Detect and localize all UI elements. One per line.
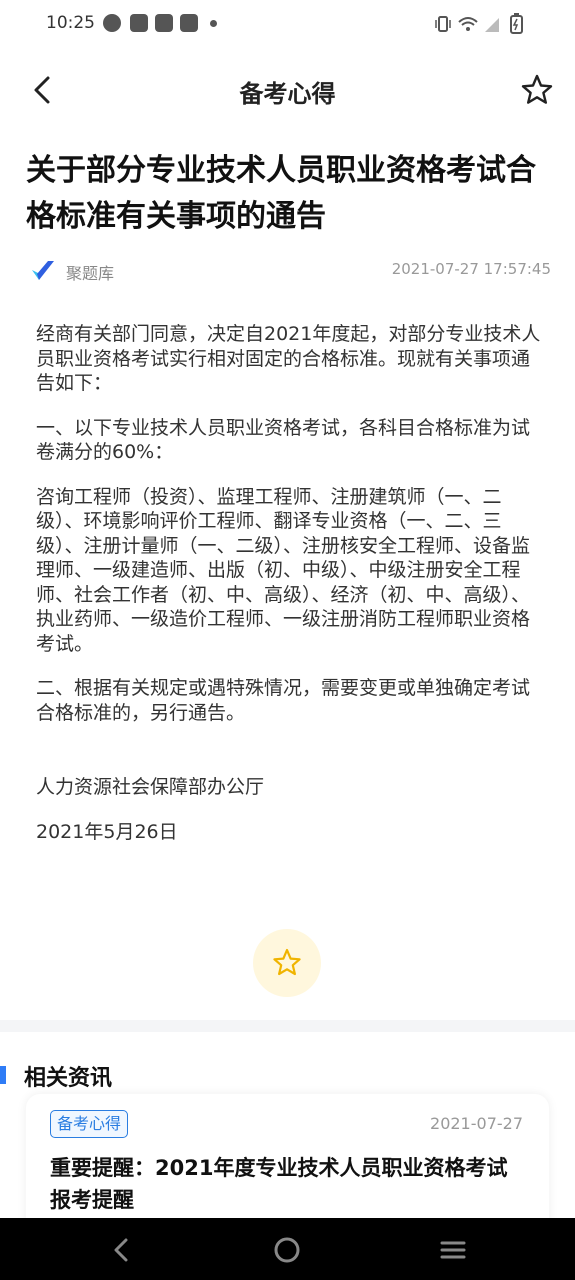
nav-back-button[interactable] (106, 1234, 138, 1266)
article-meta: 聚题库 2021-07-27 17:57:45 (26, 256, 551, 286)
article-body: 经商有关部门同意，决定自2021年度起，对部分专业技术人员职业资格考试实行相对固… (36, 322, 541, 864)
article-paragraph: 一、以下专业技术人员职业资格考试，各科目合格标准为试卷满分的60%： (36, 416, 531, 464)
nav-home-button[interactable] (271, 1234, 303, 1266)
collect-button[interactable] (253, 929, 321, 997)
card-date: 2021-07-27 (430, 1114, 523, 1133)
star-icon (521, 74, 553, 104)
section-accent-bar (0, 1066, 6, 1084)
publish-date: 2021-07-27 17:57:45 (391, 260, 551, 278)
source-name: 聚题库 (66, 264, 115, 283)
nav-recents-button[interactable] (437, 1234, 469, 1266)
article-signature: 人力资源社会保障部办公厅 (36, 776, 265, 798)
article-paragraph: 二、根据有关规定或遇特殊情况，需要变更或单独确定考试合格标准的，另行通告。 (36, 677, 531, 724)
related-article-card[interactable]: 备考心得 2021-07-27 重要提醒：2021年度专业技术人员职业资格考试报… (26, 1094, 549, 1234)
article-paragraph: 咨询工程师（投资）、监理工程师、注册建筑师（一、二级）、环境影响评价工程师、翻译… (36, 485, 531, 655)
article-paragraph: 经商有关部门同意，决定自2021年度起，对部分专业技术人员职业资格考试实行相对固… (36, 323, 541, 394)
nav-home-icon (274, 1237, 300, 1263)
nav-back-icon (114, 1238, 128, 1262)
system-navigation-bar (0, 1218, 575, 1280)
category-tag: 备考心得 (50, 1110, 129, 1138)
article-sign-date: 2021年5月26日 (36, 820, 178, 843)
section-divider (0, 1020, 575, 1032)
favorite-button[interactable] (519, 72, 555, 108)
star-icon (273, 948, 301, 976)
system-status-icons (435, 13, 523, 34)
article-title: 关于部分专业技术人员职业资格考试合格标准有关事项的通告 (26, 153, 536, 234)
logo-icon (32, 261, 54, 280)
app-notification-icon (103, 14, 121, 32)
more-notifications-icon (210, 20, 217, 27)
status-time: 10:25 (46, 13, 95, 33)
page-title: 备考心得 (239, 80, 336, 108)
mail-notification-icon (180, 14, 198, 32)
mail-notification-icon (130, 14, 148, 32)
status-bar: 10:25 (0, 0, 575, 48)
top-app-bar: 备考心得 (0, 60, 575, 120)
card-title: 重要提醒：2021年度专业技术人员职业资格考试报考提醒 (50, 1156, 508, 1212)
mail-notification-icon (155, 14, 173, 32)
nav-recent-icon (440, 1241, 466, 1259)
related-heading: 相关资讯 (24, 1066, 113, 1091)
